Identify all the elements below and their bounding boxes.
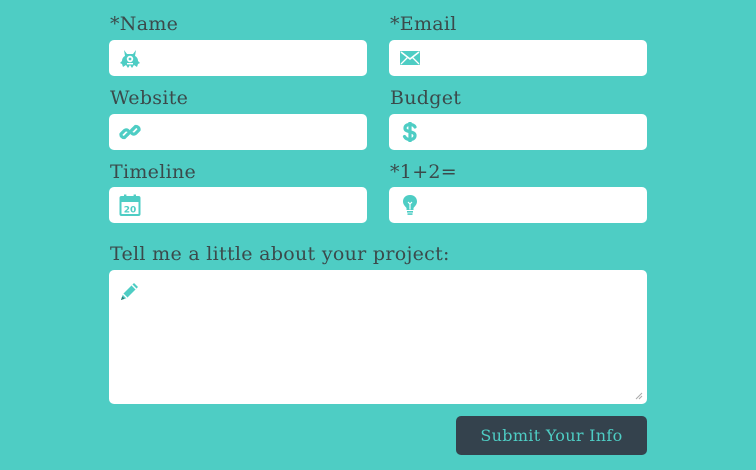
budget-field[interactable] bbox=[389, 114, 647, 150]
project-textarea[interactable] bbox=[151, 276, 627, 386]
submit-button[interactable]: Submit Your Info bbox=[456, 416, 647, 455]
name-field[interactable] bbox=[109, 40, 367, 76]
timeline-label: Timeline bbox=[110, 161, 197, 183]
dollar-icon bbox=[398, 120, 422, 144]
calendar-day-text: 20 bbox=[124, 205, 137, 215]
link-icon bbox=[118, 120, 142, 144]
resize-handle-icon[interactable] bbox=[633, 390, 643, 400]
website-field[interactable] bbox=[109, 114, 367, 150]
timeline-input[interactable] bbox=[151, 187, 357, 223]
name-label: *Name bbox=[110, 13, 179, 35]
email-field[interactable] bbox=[389, 40, 647, 76]
captcha-field[interactable] bbox=[389, 187, 647, 223]
project-field[interactable] bbox=[109, 270, 647, 404]
website-input[interactable] bbox=[151, 114, 357, 150]
captcha-label: *1+2= bbox=[390, 161, 458, 183]
calendar-icon: 20 bbox=[118, 193, 142, 217]
name-input[interactable] bbox=[151, 40, 357, 76]
lightbulb-icon bbox=[398, 193, 422, 217]
pencil-icon bbox=[118, 279, 142, 303]
budget-input[interactable] bbox=[431, 114, 637, 150]
project-label: Tell me a little about your project: bbox=[110, 243, 450, 265]
email-label: *Email bbox=[390, 13, 457, 35]
timeline-field[interactable]: 20 bbox=[109, 187, 367, 223]
website-label: Website bbox=[110, 87, 189, 109]
email-input[interactable] bbox=[431, 40, 637, 76]
monster-icon bbox=[118, 46, 142, 70]
captcha-input[interactable] bbox=[431, 187, 637, 223]
envelope-icon bbox=[398, 46, 422, 70]
budget-label: Budget bbox=[390, 87, 462, 109]
